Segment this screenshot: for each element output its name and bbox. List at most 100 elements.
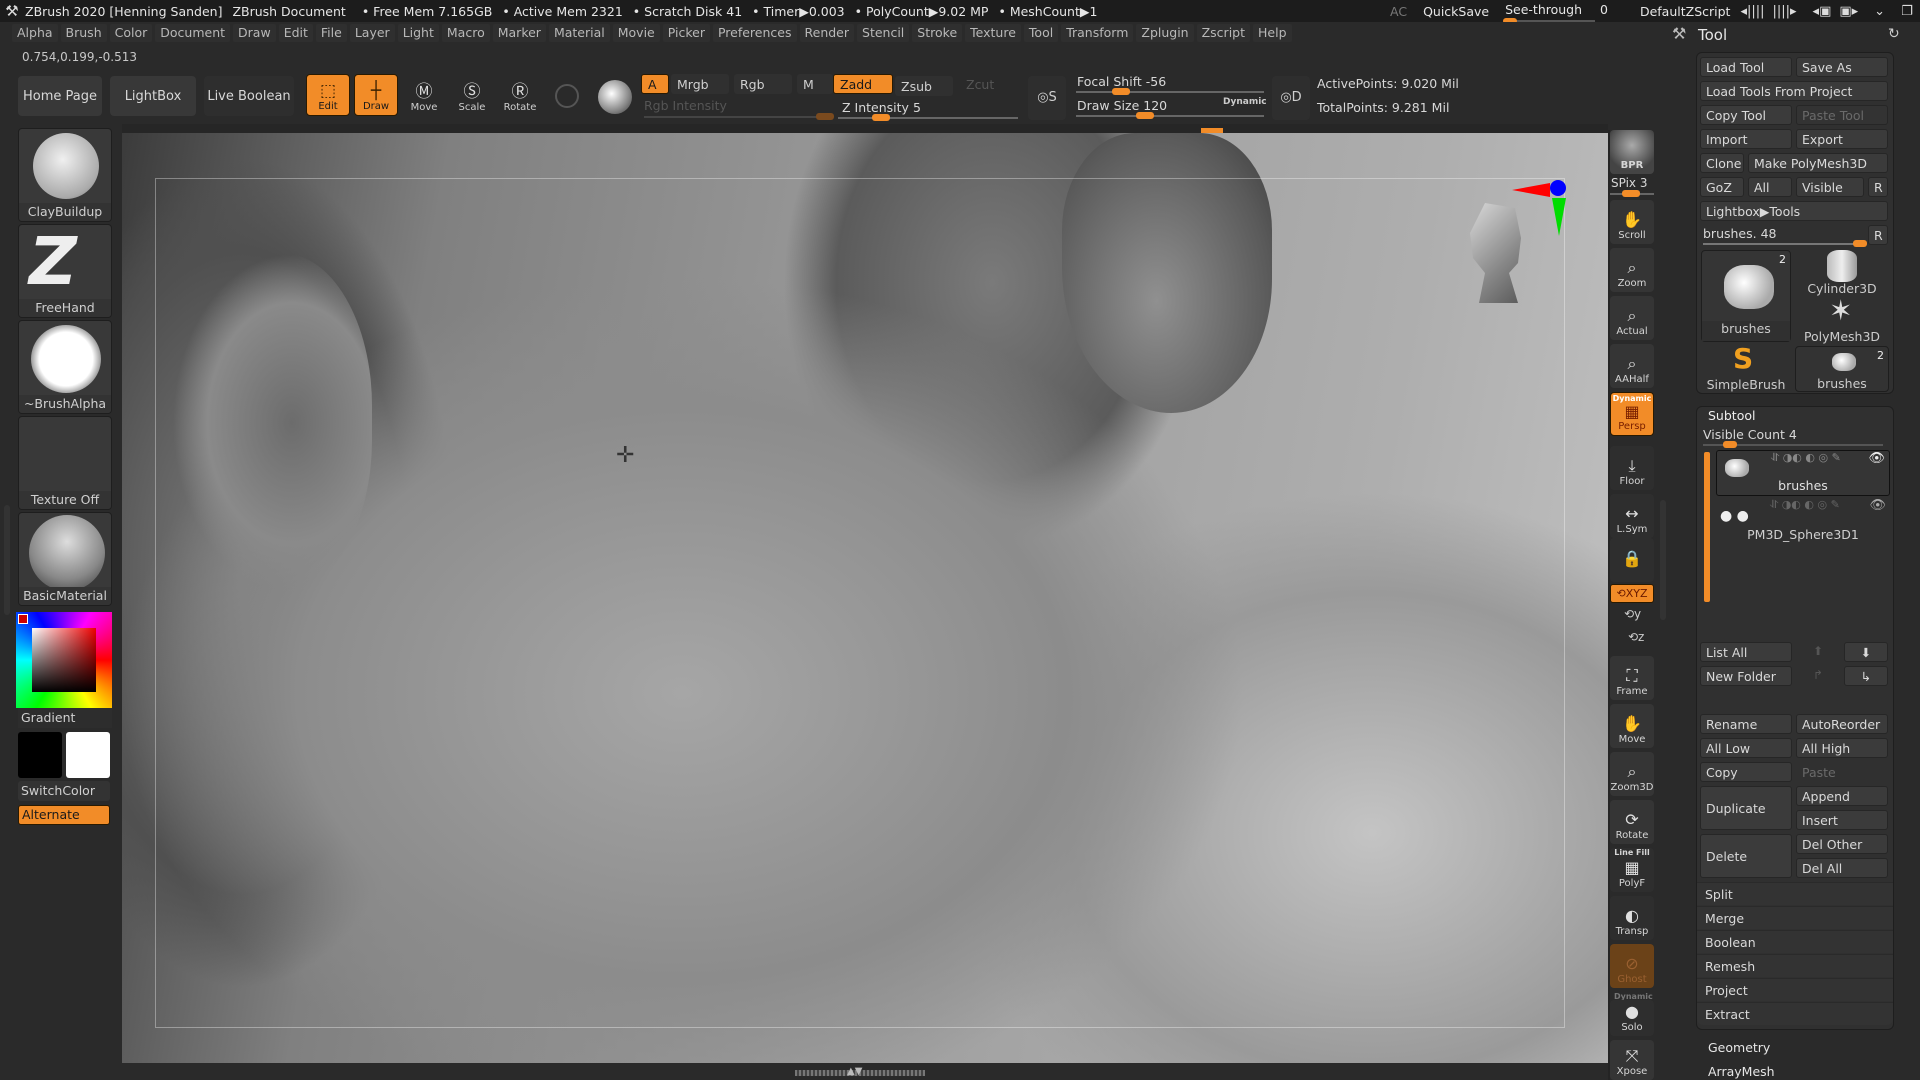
main-color-swatch[interactable] xyxy=(18,732,62,778)
paste-subtool-button[interactable]: Paste xyxy=(1796,762,1888,782)
tool-r-button[interactable]: R xyxy=(1868,225,1888,245)
menu-picker[interactable]: Picker xyxy=(662,24,710,42)
lightbox-tools-button[interactable]: Lightbox▶Tools xyxy=(1700,201,1888,221)
zcut-toggle[interactable]: Zcut xyxy=(960,74,1000,94)
tool-thumb-polymesh3d[interactable]: ✶ PolyMesh3D xyxy=(1795,294,1889,344)
shrink-tray-right-icon[interactable]: ||||▸ xyxy=(1773,4,1797,19)
move-down-button[interactable]: ⬇ xyxy=(1844,642,1888,662)
xpose-button[interactable]: ⤧ Xpose xyxy=(1610,1040,1654,1080)
secondary-color-swatch[interactable] xyxy=(66,732,110,778)
subtool-controls-icons[interactable]: ⥯ ◑◐ ◐ ◎ ✎ xyxy=(1770,498,1840,512)
spix-slider[interactable] xyxy=(1610,190,1654,197)
focal-shift-knob[interactable] xyxy=(1112,88,1130,95)
menu-file[interactable]: File xyxy=(315,24,347,42)
aahalf-button[interactable]: ⌕ AAHalf xyxy=(1610,344,1654,388)
list-all-button[interactable]: List All xyxy=(1700,642,1792,662)
z-intensity-knob[interactable] xyxy=(872,114,890,121)
subtool-section-merge[interactable]: Merge xyxy=(1697,906,1893,929)
paste-tool-button[interactable]: Paste Tool xyxy=(1796,105,1888,125)
canvas-viewport[interactable]: ✛ xyxy=(122,133,1608,1063)
visible-count-knob[interactable] xyxy=(1723,441,1737,448)
minimize-icon[interactable]: ⌄ xyxy=(1874,4,1885,19)
insert-button[interactable]: Insert xyxy=(1796,810,1888,830)
solo-button[interactable]: ● Solo xyxy=(1610,1000,1654,1036)
menu-help[interactable]: Help xyxy=(1253,24,1292,42)
scroll-button[interactable]: ✋ Scroll xyxy=(1610,200,1654,244)
xyz-rotate-button[interactable]: ⟲XYZ xyxy=(1610,584,1654,603)
brush-thumbnail[interactable]: ClayBuildup xyxy=(18,128,112,222)
all-high-button[interactable]: All High xyxy=(1796,738,1888,758)
polyf-button[interactable]: Line Fill ▦ PolyF xyxy=(1610,848,1654,892)
camera-lock-button[interactable]: 🔒 xyxy=(1610,538,1654,582)
menu-brush[interactable]: Brush xyxy=(60,24,107,42)
subtool-section-project[interactable]: Project xyxy=(1697,978,1893,1001)
tool-thumb-brushes-2[interactable]: 2 brushes xyxy=(1795,346,1889,392)
subtool-controls-icons[interactable]: ⥯ ◑◐ ◐ ◎ ✎ xyxy=(1771,451,1841,465)
focal-shift-slider[interactable] xyxy=(1076,88,1264,95)
menu-layer[interactable]: Layer xyxy=(349,24,395,42)
draw-button[interactable]: ┼ Draw xyxy=(354,74,398,116)
subtool-item-sphere[interactable]: ● ● ⥯ ◑◐ ◐ ◎ ✎ 👁 PM3D_Sphere3D1 xyxy=(1716,498,1890,544)
rename-button[interactable]: Rename xyxy=(1700,714,1792,734)
refresh-icon[interactable]: ↻ xyxy=(1888,26,1900,42)
append-button[interactable]: Append xyxy=(1796,786,1888,806)
home-page-button[interactable]: Home Page xyxy=(18,76,102,116)
rotate-button[interactable]: Ⓡ Rotate xyxy=(498,74,542,116)
spix-knob[interactable] xyxy=(1622,190,1640,197)
eye-visibility-icon[interactable]: 👁 xyxy=(1869,498,1886,513)
goz-button[interactable]: GoZ xyxy=(1700,177,1744,197)
make-polymesh3d-button[interactable]: Make PolyMesh3D xyxy=(1748,153,1888,173)
delete-button[interactable]: Delete xyxy=(1700,834,1792,878)
switch-color-button[interactable]: SwitchColor xyxy=(18,781,110,801)
tool-thumb-simplebrush[interactable]: S SimpleBrush xyxy=(1701,342,1791,392)
zadd-toggle[interactable]: Zadd xyxy=(833,74,893,94)
menu-stroke[interactable]: Stroke xyxy=(912,24,963,42)
import-button[interactable]: Import xyxy=(1700,129,1792,149)
geometry-section[interactable]: Geometry xyxy=(1708,1040,1770,1055)
move-button[interactable]: Ⓜ Move xyxy=(402,74,446,116)
dynamic-toggle[interactable]: Dynamic xyxy=(1223,97,1267,107)
frame-button[interactable]: ⛶ Frame xyxy=(1610,656,1654,700)
texture-thumbnail[interactable]: Texture Off xyxy=(18,416,112,510)
zoom-button[interactable]: ⌕ Zoom xyxy=(1610,248,1654,292)
arraymesh-section[interactable]: ArrayMesh xyxy=(1708,1064,1775,1079)
bottom-tray-arrows-icon[interactable]: ▲▼ xyxy=(847,1066,862,1077)
rgb-intensity-slider[interactable] xyxy=(644,113,834,120)
z-intensity-slider[interactable] xyxy=(838,114,1018,121)
floor-button[interactable]: ⤓ Floor xyxy=(1610,446,1654,490)
ac-button[interactable]: AC xyxy=(1390,4,1407,19)
menu-color[interactable]: Color xyxy=(109,24,153,42)
clone-button[interactable]: Clone xyxy=(1700,153,1744,173)
menu-movie[interactable]: Movie xyxy=(612,24,660,42)
menu-zscript[interactable]: Zscript xyxy=(1196,24,1251,42)
subtool-section-split[interactable]: Split xyxy=(1697,882,1893,905)
focal-shift-s-button[interactable]: ◎S xyxy=(1028,76,1066,120)
menu-marker[interactable]: Marker xyxy=(492,24,546,42)
sculptris-icon[interactable] xyxy=(555,84,579,108)
autoreorder-button[interactable]: AutoReorder xyxy=(1796,714,1888,734)
menu-alpha[interactable]: Alpha xyxy=(12,24,58,42)
menu-edit[interactable]: Edit xyxy=(278,24,313,42)
transp-button[interactable]: ◐ Transp xyxy=(1610,896,1654,940)
color-picker[interactable] xyxy=(16,612,112,708)
menu-tool[interactable]: Tool xyxy=(1023,24,1059,42)
export-button[interactable]: Export xyxy=(1796,129,1888,149)
y-rotate-icon[interactable]: ⟲y xyxy=(1624,607,1641,621)
live-boolean-button[interactable]: Live Boolean xyxy=(204,76,294,116)
zoom3d-button[interactable]: ⌕ Zoom3D xyxy=(1610,752,1654,796)
menu-transform[interactable]: Transform xyxy=(1061,24,1134,42)
duplicate-button[interactable]: Duplicate xyxy=(1700,786,1792,830)
draw-size-knob[interactable] xyxy=(1136,112,1154,119)
subtool-scrollbar[interactable] xyxy=(1704,452,1710,602)
edit-button[interactable]: ⬚ Edit xyxy=(306,74,350,116)
menu-light[interactable]: Light xyxy=(397,24,439,42)
menu-render[interactable]: Render xyxy=(799,24,855,42)
subtool-section-extract[interactable]: Extract xyxy=(1697,1002,1893,1025)
gradient-toggle[interactable]: Gradient xyxy=(18,708,112,728)
all-low-button[interactable]: All Low xyxy=(1700,738,1792,758)
tool-thumb-cylinder3d[interactable]: Cylinder3D xyxy=(1795,250,1889,296)
a-toggle[interactable]: A xyxy=(641,74,669,94)
draw-size-slider[interactable] xyxy=(1076,112,1264,119)
stroke-thumbnail[interactable]: Z FreeHand xyxy=(18,224,112,318)
lsym-button[interactable]: ↔ L.Sym xyxy=(1610,494,1654,538)
